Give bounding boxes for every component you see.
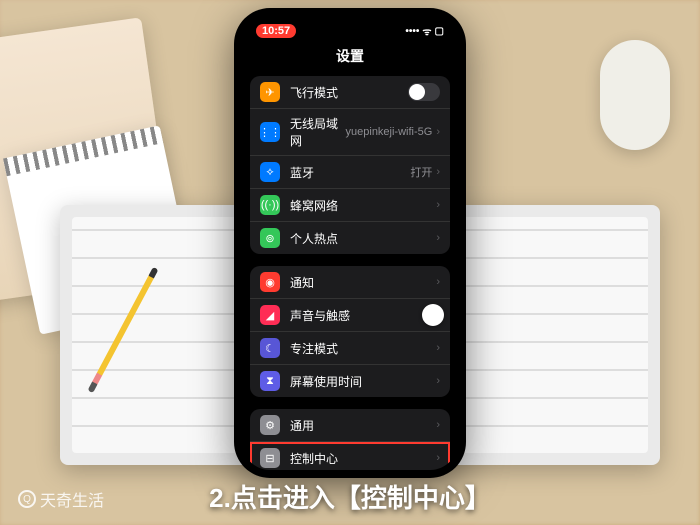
battery-icon: ▢ — [435, 26, 444, 37]
callout-bubble — [422, 304, 444, 326]
wifi-status-icon: ᯤ — [422, 24, 431, 38]
chevron-right-icon: › — [436, 232, 440, 244]
settings-row-airplane[interactable]: ✈ 飞行模式 — [250, 76, 450, 109]
row-label: 无线局域网 — [290, 115, 346, 149]
row-label: 蜂窝网络 — [290, 197, 436, 214]
settings-row-hotspot[interactable]: ⊚ 个人热点› — [250, 222, 450, 254]
phone-frame: 10:57 •••• ᯤ ▢ 设置 ✈ 飞行模式 ⋮⋮ 无线局域网yuepinkeji… — [234, 8, 466, 478]
bluetooth-icon: ⟡ — [260, 162, 280, 182]
sound-icon: ◢ — [260, 305, 280, 325]
chevron-right-icon: › — [436, 452, 440, 464]
hotspot-icon: ⊚ — [260, 228, 280, 248]
cellular-icon: ((·)) — [260, 195, 280, 215]
notification-icon: ◉ — [260, 272, 280, 292]
row-label: 专注模式 — [290, 340, 436, 357]
row-label: 通知 — [290, 274, 436, 291]
chevron-right-icon: › — [436, 419, 440, 431]
chevron-right-icon: › — [436, 126, 440, 138]
settings-row-general[interactable]: ⚙ 通用› — [250, 409, 450, 442]
settings-row-bluetooth[interactable]: ⟡ 蓝牙打开 › — [250, 156, 450, 189]
chevron-right-icon: › — [436, 276, 440, 288]
row-detail: 打开 — [410, 164, 432, 180]
settings-group: ◉通知›◢声音与触感›☾专注模式›⧗屏幕使用时间› — [250, 266, 450, 397]
settings-group: ⚙通用›⊟控制中心›AA显示与亮度›▦主屏幕›☺辅助功能› — [250, 409, 450, 470]
background-mouse — [600, 40, 670, 150]
status-indicators: •••• ᯤ ▢ — [405, 24, 444, 38]
settings-row-control-center[interactable]: ⊟ 控制中心› — [250, 442, 450, 470]
control-center-icon: ⊟ — [260, 448, 280, 468]
row-label: 飞行模式 — [290, 84, 408, 101]
row-label: 屏幕使用时间 — [290, 373, 436, 390]
airplane-icon: ✈ — [260, 82, 280, 102]
row-label: 声音与触感 — [290, 307, 436, 324]
phone-screen: 10:57 •••• ᯤ ▢ 设置 ✈ 飞行模式 ⋮⋮ 无线局域网yuepinkeji… — [242, 16, 458, 470]
settings-row-notification[interactable]: ◉ 通知› — [250, 266, 450, 299]
settings-row-wifi[interactable]: ⋮⋮ 无线局域网yuepinkeji-wifi-5G› — [250, 109, 450, 156]
settings-row-focus[interactable]: ☾ 专注模式› — [250, 332, 450, 365]
chevron-right-icon: › — [436, 375, 440, 387]
row-detail: yuepinkeji-wifi-5G — [346, 126, 433, 138]
settings-row-cellular[interactable]: ((·)) 蜂窝网络› — [250, 189, 450, 222]
toggle-switch[interactable] — [408, 83, 440, 101]
notch — [300, 16, 400, 36]
settings-group: ✈飞行模式⋮⋮无线局域网yuepinkeji-wifi-5G›⟡蓝牙打开›((·… — [250, 76, 450, 254]
chevron-right-icon: › — [436, 166, 440, 178]
focus-icon: ☾ — [260, 338, 280, 358]
page-title: 设置 — [242, 42, 458, 76]
row-label: 控制中心 — [290, 450, 436, 467]
settings-row-sound[interactable]: ◢声音与触感› — [250, 299, 450, 332]
settings-list[interactable]: ✈飞行模式⋮⋮无线局域网yuepinkeji-wifi-5G›⟡蓝牙打开›((·… — [242, 76, 458, 470]
screentime-icon: ⧗ — [260, 371, 280, 391]
row-label: 个人热点 — [290, 230, 436, 247]
instruction-caption: 2.点击进入【控制中心】 — [0, 478, 700, 515]
settings-row-screentime[interactable]: ⧗ 屏幕使用时间› — [250, 365, 450, 397]
signal-icon: •••• — [405, 26, 419, 37]
row-label: 通用 — [290, 417, 436, 434]
chevron-right-icon: › — [436, 342, 440, 354]
chevron-right-icon: › — [436, 199, 440, 211]
general-icon: ⚙ — [260, 415, 280, 435]
row-label: 蓝牙 — [290, 164, 410, 181]
status-time: 10:57 — [256, 24, 296, 38]
wifi-icon: ⋮⋮ — [260, 122, 280, 142]
